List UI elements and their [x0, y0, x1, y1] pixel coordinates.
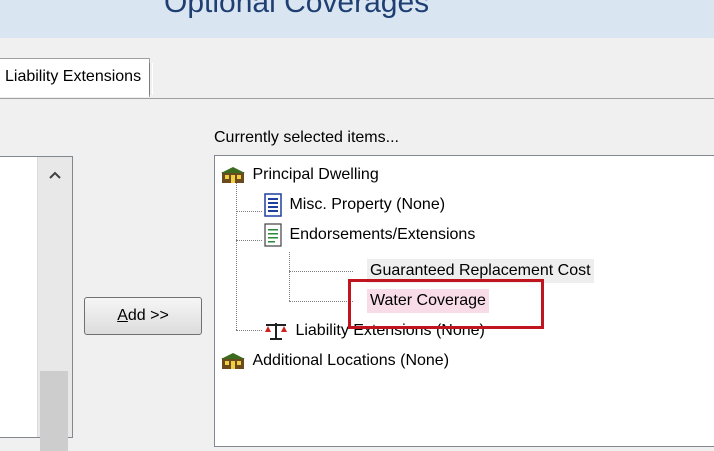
- tree-node-label: Principal Dwelling: [252, 166, 379, 183]
- chevron-up-icon: [49, 171, 61, 179]
- tab-liability-extensions[interactable]: Liability Extensions: [0, 58, 154, 97]
- house-icon: [221, 352, 245, 369]
- tree-node-label: Water Coverage: [367, 289, 489, 313]
- selected-items-tree[interactable]: Principal Dwelling Misc. Property (None)…: [214, 155, 714, 447]
- vertical-scrollbar[interactable]: [37, 157, 72, 451]
- tree-connector: [236, 330, 262, 331]
- tree-connector: [236, 180, 237, 330]
- selected-items-label: Currently selected items...: [214, 129, 399, 146]
- scales-icon: [265, 322, 287, 340]
- available-items-list[interactable]: [0, 156, 73, 451]
- tab-row: Liability Extensions: [0, 38, 714, 99]
- tree-node-label: Additional Locations (None): [252, 352, 450, 369]
- content-area: Add >> Currently selected items... Princ…: [0, 99, 714, 451]
- add-button[interactable]: Add >>: [84, 297, 202, 335]
- tree-node-label: Misc. Property (None): [289, 196, 446, 214]
- tree-node-label: Liability Extensions (None): [295, 322, 485, 339]
- scroll-thumb[interactable]: [40, 371, 68, 451]
- tree-node-additional-locations[interactable]: Additional Locations (None): [221, 349, 452, 373]
- tree-node-principal-dwelling[interactable]: Principal Dwelling: [221, 163, 382, 187]
- tree-connector: [289, 301, 353, 302]
- tree-node-liability-extensions[interactable]: Liability Extensions (None): [264, 319, 488, 343]
- tree-node-misc-property[interactable]: Misc. Property (None): [264, 193, 448, 217]
- tree-connector: [236, 211, 262, 212]
- tree-connector: [236, 240, 262, 241]
- add-button-accel: A: [117, 307, 128, 324]
- tree-node-water-coverage[interactable]: Water Coverage: [367, 289, 489, 313]
- scroll-up-arrow[interactable]: [38, 157, 72, 193]
- tree-connector: [289, 252, 290, 301]
- title-strip: Optional Coverages: [0, 0, 714, 39]
- tree-node-label: Endorsements/Extensions: [289, 226, 476, 244]
- window-title: Optional Coverages: [164, 0, 430, 19]
- document-icon: [264, 223, 282, 247]
- add-button-label: dd >>: [127, 307, 169, 324]
- tree-node-label: Guaranteed Replacement Cost: [367, 259, 594, 283]
- document-list-icon: [264, 193, 282, 217]
- house-icon: [221, 166, 245, 183]
- tree-node-guaranteed-replacement-cost[interactable]: Guaranteed Replacement Cost: [367, 259, 594, 283]
- tree-node-endorsements[interactable]: Endorsements/Extensions: [264, 223, 478, 247]
- tree-connector: [289, 271, 353, 272]
